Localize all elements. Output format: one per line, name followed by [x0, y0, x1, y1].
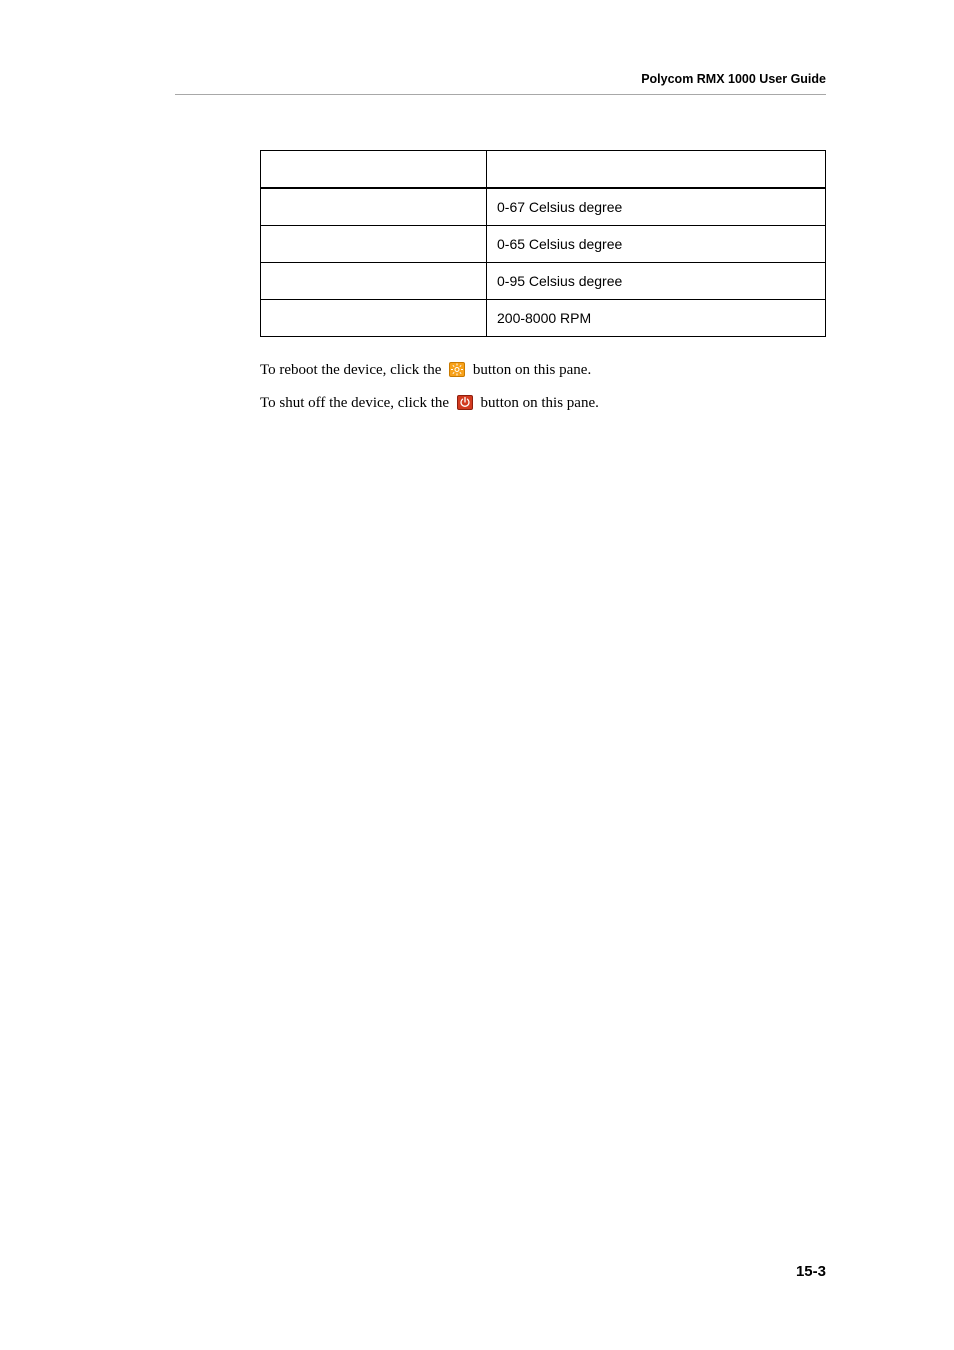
- reboot-paragraph: To reboot the device, click the: [260, 359, 826, 382]
- table-row: 0-65 Celsius degree: [261, 226, 826, 263]
- text-fragment: button on this pane.: [473, 362, 591, 378]
- table-row: 0-95 Celsius degree: [261, 263, 826, 300]
- table-cell: 0-95 Celsius degree: [487, 263, 826, 300]
- table-cell: 0-65 Celsius degree: [487, 226, 826, 263]
- table-header-row: [261, 151, 826, 189]
- reboot-icon[interactable]: [449, 362, 465, 377]
- table-cell: 200-8000 RPM: [487, 300, 826, 337]
- table-row: 200-8000 RPM: [261, 300, 826, 337]
- content-area: 0-67 Celsius degree 0-65 Celsius degree …: [260, 150, 826, 414]
- header-title: Polycom RMX 1000 User Guide: [641, 72, 826, 86]
- table-cell: [261, 188, 487, 226]
- table-header-cell: [261, 151, 487, 189]
- shutdown-icon[interactable]: [457, 395, 473, 410]
- shutoff-paragraph: To shut off the device, click the button…: [260, 392, 826, 415]
- table-cell: [261, 300, 487, 337]
- header-rule: [175, 94, 826, 95]
- text-fragment: To shut off the device, click the: [260, 395, 453, 411]
- text-fragment: To reboot the device, click the: [260, 362, 445, 378]
- table-cell: [261, 263, 487, 300]
- table-row: 0-67 Celsius degree: [261, 188, 826, 226]
- value-range-table: 0-67 Celsius degree 0-65 Celsius degree …: [260, 150, 826, 337]
- table-cell: 0-67 Celsius degree: [487, 188, 826, 226]
- page: Polycom RMX 1000 User Guide 0-67 Celsius…: [0, 0, 954, 1350]
- table-header-cell: [487, 151, 826, 189]
- table-cell: [261, 226, 487, 263]
- page-number: 15-3: [796, 1263, 826, 1280]
- text-fragment: button on this pane.: [481, 395, 599, 411]
